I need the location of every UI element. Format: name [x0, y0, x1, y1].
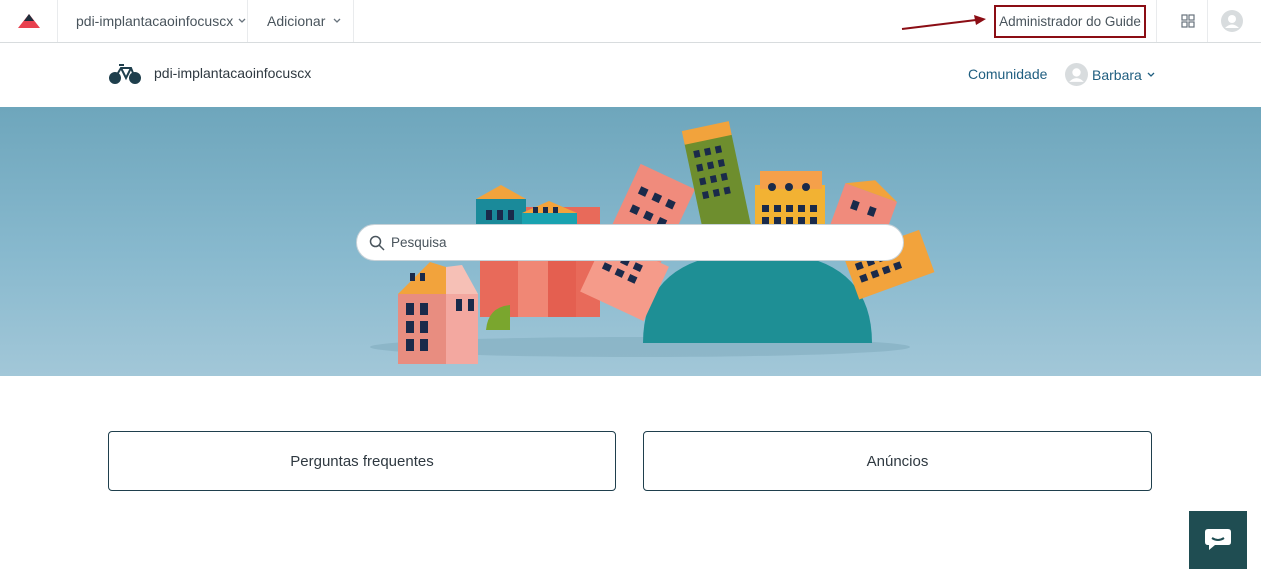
category-label: Anúncios: [866, 452, 929, 470]
brand-switcher-label: pdi-implantacaoinfocuscx: [76, 13, 234, 29]
category-faq[interactable]: Perguntas frequentes: [108, 431, 616, 491]
user-avatar-icon: [1065, 63, 1088, 86]
zendesk-triangle-icon: [17, 14, 40, 28]
annotation-arrow: [901, 15, 986, 30]
admin-top-bar: pdi-implantacaoinfocuscx Adicionar Admin…: [0, 0, 1261, 43]
guide-admin-button[interactable]: Administrador do Guide: [994, 5, 1146, 38]
user-menu[interactable]: Barbara: [1065, 63, 1155, 86]
bicycle-icon[interactable]: [108, 63, 142, 85]
hero-banner: [0, 107, 1261, 376]
divider: [1207, 0, 1208, 42]
community-link[interactable]: Comunidade: [968, 66, 1047, 82]
search-input[interactable]: [391, 235, 871, 250]
chevron-down-icon: [1147, 72, 1155, 77]
product-tray-icon[interactable]: [1178, 11, 1198, 31]
chat-bubble-icon: [1205, 529, 1231, 550]
category-label: Perguntas frequentes: [290, 452, 434, 470]
category-announcements[interactable]: Anúncios: [643, 431, 1152, 491]
guide-admin-label: Administrador do Guide: [999, 14, 1141, 29]
divider: [1156, 0, 1157, 42]
user-avatar-icon[interactable]: [1221, 10, 1243, 32]
chat-launcher-button[interactable]: [1189, 511, 1247, 569]
chevron-down-icon: [333, 18, 341, 23]
add-menu-button[interactable]: Adicionar: [248, 0, 354, 42]
search-icon: [369, 235, 385, 251]
user-name: Barbara: [1092, 66, 1142, 83]
product-logo[interactable]: [0, 0, 58, 42]
brand-switcher[interactable]: pdi-implantacaoinfocuscx: [58, 0, 248, 42]
chevron-down-icon: [238, 18, 246, 23]
search-bar[interactable]: [356, 224, 904, 261]
help-center-header: pdi-implantacaoinfocuscx Comunidade Barb…: [0, 43, 1261, 107]
add-menu-label: Adicionar: [267, 13, 326, 29]
site-name[interactable]: pdi-implantacaoinfocuscx: [154, 65, 311, 81]
